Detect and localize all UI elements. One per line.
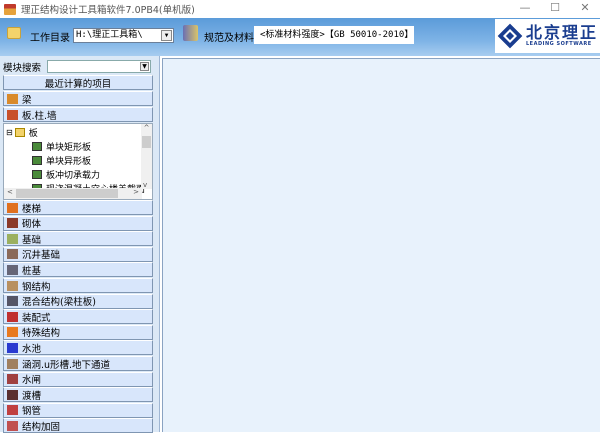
- module-item-label: 桩基: [22, 265, 42, 277]
- module-item-label: 钢管: [22, 406, 42, 418]
- module-sidebar: 模块搜索 ▼ 最近计算的项目 梁板.柱.墙 ⊟ 板 单块矩形板 单块异形板 板冲切承载…: [0, 56, 160, 433]
- prefab-icon: [7, 311, 18, 322]
- culvert-icon: [7, 358, 18, 369]
- tree-node[interactable]: 单块矩形板: [32, 140, 91, 153]
- window-title: 理正结构设计工具箱软件7.0PB4(单机版): [21, 5, 195, 16]
- slab-icon: [32, 170, 42, 179]
- workdir-value: H:\理正工具箱\: [76, 30, 143, 40]
- brick-wall-icon: [7, 109, 18, 120]
- module-item-label: 楼梯: [22, 203, 42, 215]
- module-item[interactable]: 水池: [3, 340, 153, 356]
- caisson-icon: [7, 249, 18, 260]
- tree-node[interactable]: 单块异形板: [32, 154, 91, 167]
- aqueduct-icon: [7, 389, 18, 400]
- recent-label: 最近计算的项目: [44, 78, 112, 90]
- mixed-structure-icon: [7, 296, 18, 307]
- slab-tree: ⊟板 单块矩形板单块异形板板冲切承载力现浇混凝土空心楼盖截面 ^v <>: [3, 123, 153, 200]
- recent-projects[interactable]: 最近计算的项目: [3, 75, 153, 90]
- main-workspace: [162, 58, 600, 432]
- pile-icon: [7, 264, 18, 275]
- steel-pipe-icon: [7, 405, 18, 416]
- module-item[interactable]: 钢结构: [3, 278, 153, 293]
- workdir-select[interactable]: H:\理正工具箱\ ▼: [73, 28, 174, 43]
- module-item[interactable]: 结构加固: [3, 418, 153, 433]
- module-item-label: 沉井基础: [22, 250, 61, 262]
- title-bar: 理正结构设计工具箱软件7.0PB4(单机版) — ☐ ✕: [0, 0, 600, 18]
- module-item[interactable]: 楼梯: [3, 200, 153, 215]
- module-item-label: 基础: [22, 234, 42, 246]
- logo-mark-icon: [497, 23, 523, 49]
- module-item-label: 结构加固: [22, 421, 61, 433]
- module-search-input[interactable]: ▼: [47, 60, 151, 73]
- module-item-label: 水池: [22, 343, 42, 355]
- module-item[interactable]: 基础: [3, 231, 153, 247]
- folder-icon[interactable]: [7, 27, 21, 39]
- module-item-label: 特殊结构: [22, 328, 61, 340]
- minimize-button[interactable]: —: [510, 0, 540, 18]
- chevron-down-icon[interactable]: ▼: [161, 30, 172, 41]
- search-label: 模块搜索: [3, 63, 42, 74]
- books-icon[interactable]: [183, 25, 198, 41]
- module-item-label: 板.柱.墙: [22, 110, 57, 122]
- chevron-down-icon[interactable]: ▼: [140, 62, 149, 71]
- tree-node-root[interactable]: ⊟ 板: [6, 126, 38, 139]
- tree-horizontal-scrollbar[interactable]: < >: [4, 188, 142, 199]
- module-item-label: 梁: [22, 94, 32, 106]
- module-item-label: 混合结构(梁柱板): [22, 297, 96, 309]
- slab-icon: [32, 142, 42, 151]
- app-icon: [4, 3, 16, 15]
- module-item-label: 水闸: [22, 375, 42, 387]
- sluice-icon: [7, 374, 18, 385]
- tree-node[interactable]: 板冲切承载力: [32, 168, 100, 181]
- maximize-button[interactable]: ☐: [540, 0, 570, 18]
- foundation-icon: [7, 233, 18, 244]
- logo-cn: 北京理正: [526, 23, 599, 42]
- module-item[interactable]: 砌体: [3, 215, 153, 231]
- masonry-icon: [7, 218, 18, 229]
- slab-icon: [32, 156, 42, 165]
- reinforcement-icon: [7, 420, 18, 431]
- module-item-label: 装配式: [22, 312, 51, 324]
- tree-vertical-scrollbar[interactable]: ^ v: [141, 124, 152, 189]
- module-item-label: 钢结构: [22, 281, 51, 293]
- beam-icon: [7, 93, 18, 104]
- module-item[interactable]: 混合结构(梁柱板): [3, 293, 153, 309]
- stairs-icon: [7, 202, 18, 213]
- module-item-label: 砌体: [22, 219, 42, 231]
- module-item[interactable]: 特殊结构: [3, 324, 153, 340]
- tree-node-label: 板冲切承载力: [46, 171, 101, 181]
- special-structure-icon: [7, 327, 18, 338]
- spec-value: <标准材料强度>【GB 50010-2010】: [254, 26, 414, 44]
- module-item-label: 涵洞.u形槽.地下通道: [22, 359, 111, 371]
- module-item[interactable]: 装配式: [3, 309, 153, 325]
- close-button[interactable]: ✕: [570, 0, 600, 18]
- workdir-label: 工作目录: [30, 33, 70, 44]
- company-logo: 北京理正 LEADING SOFTWARE: [495, 19, 600, 53]
- spec-label[interactable]: 规范及材料: [204, 29, 254, 44]
- collapse-icon[interactable]: ⊟: [6, 128, 13, 137]
- module-item[interactable]: 渡槽: [3, 387, 153, 403]
- tree-node-label: 单块矩形板: [46, 143, 92, 153]
- pool-icon: [7, 342, 18, 353]
- module-item[interactable]: 沉井基础: [3, 246, 153, 262]
- module-item[interactable]: 梁: [3, 91, 153, 106]
- module-item[interactable]: 板.柱.墙: [3, 107, 153, 122]
- module-item[interactable]: 涵洞.u形槽.地下通道: [3, 356, 153, 371]
- module-item[interactable]: 桩基: [3, 262, 153, 278]
- module-item-label: 渡槽: [22, 390, 42, 402]
- logo-en: LEADING SOFTWARE: [526, 41, 592, 47]
- folder-icon: [14, 128, 25, 137]
- steel-structure-icon: [7, 280, 18, 291]
- module-item[interactable]: 水闸: [3, 371, 153, 387]
- module-item[interactable]: 钢管: [3, 402, 153, 418]
- tree-root-label: 板: [28, 129, 38, 139]
- tree-node-label: 单块异形板: [46, 157, 92, 167]
